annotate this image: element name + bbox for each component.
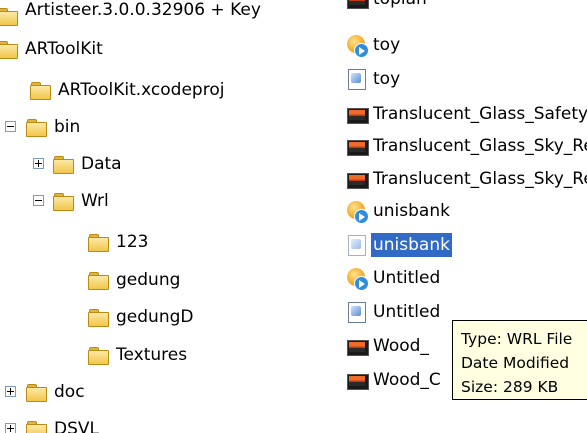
file-item[interactable]: Translucent_Glass_Sky_Reflection	[346, 131, 587, 161]
media-globe-icon	[346, 34, 369, 58]
tree-item-label: gedungD	[116, 307, 194, 327]
file-item[interactable]: toy	[346, 64, 402, 94]
vrml-document-icon	[346, 68, 368, 90]
tooltip-date-modified: Date Modified	[461, 354, 570, 372]
image-file-icon	[346, 168, 369, 190]
tree-item[interactable]: doc	[0, 377, 87, 407]
file-item-label: Translucent_Glass_Sky_Reflection	[373, 136, 587, 156]
folder-open-icon	[53, 192, 74, 211]
file-item[interactable]: Untitled	[346, 297, 442, 327]
expand-icon[interactable]	[5, 423, 16, 433]
folder-icon	[53, 155, 74, 174]
file-item[interactable]: Wood_	[346, 331, 431, 361]
file-item-label: Untitled	[373, 302, 441, 322]
media-globe-icon	[346, 267, 369, 291]
collapse-icon[interactable]	[33, 195, 44, 206]
folder-icon	[26, 420, 47, 433]
image-file-icon	[346, 369, 369, 391]
file-item-label: toy	[373, 35, 401, 55]
media-globe-icon	[346, 200, 369, 224]
folder-icon	[88, 346, 109, 365]
tree-item-label: gedung	[116, 270, 181, 290]
file-item[interactable]: Translucent_Glass_Safety	[346, 99, 587, 129]
tree-item[interactable]: DSVL	[0, 414, 101, 433]
tree-item-label: DSVL	[54, 419, 99, 433]
tree-item[interactable]: Artisteer.3.0.0.32906 + Key	[0, 0, 263, 31]
file-info-tooltip: Type: WRL File Date Modified Size: 289 K…	[452, 320, 587, 400]
tree-item-label: 123	[116, 232, 149, 252]
file-item[interactable]: toy	[346, 30, 402, 60]
tree-item-label: Wrl	[81, 191, 109, 211]
collapse-icon[interactable]	[5, 121, 16, 132]
image-file-icon	[346, 335, 369, 357]
tree-item[interactable]: Data	[0, 149, 124, 179]
vrml-document-icon	[346, 301, 368, 323]
file-item-label: Untitled	[373, 268, 441, 288]
expand-icon[interactable]	[5, 386, 16, 397]
tree-item[interactable]: Wrl	[0, 186, 111, 216]
tree-item[interactable]: bin	[0, 112, 82, 142]
tree-item[interactable]: ARToolKit.xcodeproj	[30, 75, 226, 105]
tree-item[interactable]: ARToolKit	[0, 34, 105, 64]
file-item[interactable]: unisbank	[346, 196, 452, 226]
tree-item-label: Textures	[116, 345, 188, 365]
file-item[interactable]: Wood_C	[346, 365, 443, 395]
file-item[interactable]: toplan	[346, 0, 429, 14]
tree-item[interactable]: Textures	[88, 340, 189, 370]
folder-icon	[88, 233, 109, 252]
tooltip-size: Size: 289 KB	[461, 378, 559, 396]
file-item-selected[interactable]: unisbank	[346, 230, 452, 260]
folder-icon	[88, 308, 109, 327]
tree-item[interactable]: 123	[88, 227, 150, 257]
pane-splitter[interactable]	[305, 0, 336, 433]
tree-item-label: Artisteer.3.0.0.32906 + Key	[25, 0, 261, 20]
file-item-label: Translucent_Glass_Safety	[373, 104, 587, 124]
tree-item[interactable]: gedungD	[88, 302, 195, 332]
tree-item-label: doc	[54, 382, 85, 402]
tree-item-label: ARToolKit.xcodeproj	[58, 80, 225, 100]
file-item[interactable]: Untitled	[346, 263, 442, 293]
vrml-document-icon	[346, 234, 368, 256]
folder-icon	[88, 271, 109, 290]
file-item-label: Wood_C	[373, 370, 441, 390]
image-file-icon	[346, 135, 369, 157]
folder-icon	[26, 118, 47, 137]
file-item-label: Wood_	[373, 336, 429, 356]
folder-tree: Artisteer.3.0.0.32906 + Key ARToolKit AR…	[0, 0, 305, 433]
folder-icon	[30, 81, 51, 100]
image-file-icon	[346, 0, 369, 10]
file-item-label: toplan	[371, 0, 429, 11]
tooltip-type: Type: WRL File	[461, 330, 573, 348]
expand-icon[interactable]	[33, 158, 44, 169]
tree-item-label: bin	[54, 117, 81, 137]
file-item-label: toy	[373, 69, 401, 89]
image-file-icon	[346, 103, 369, 125]
file-item[interactable]: Translucent_Glass_Sky_Reflection	[346, 164, 587, 194]
file-item-label: unisbank	[371, 233, 452, 257]
folder-icon	[0, 40, 18, 59]
file-item-label: unisbank	[373, 201, 450, 221]
file-item-label: Translucent_Glass_Sky_Reflection	[373, 169, 587, 189]
tree-item[interactable]: gedung	[88, 265, 182, 295]
tree-item-label: ARToolKit	[25, 39, 103, 59]
tree-item-label: Data	[81, 154, 122, 174]
folder-icon	[0, 7, 18, 26]
folder-icon	[26, 383, 47, 402]
